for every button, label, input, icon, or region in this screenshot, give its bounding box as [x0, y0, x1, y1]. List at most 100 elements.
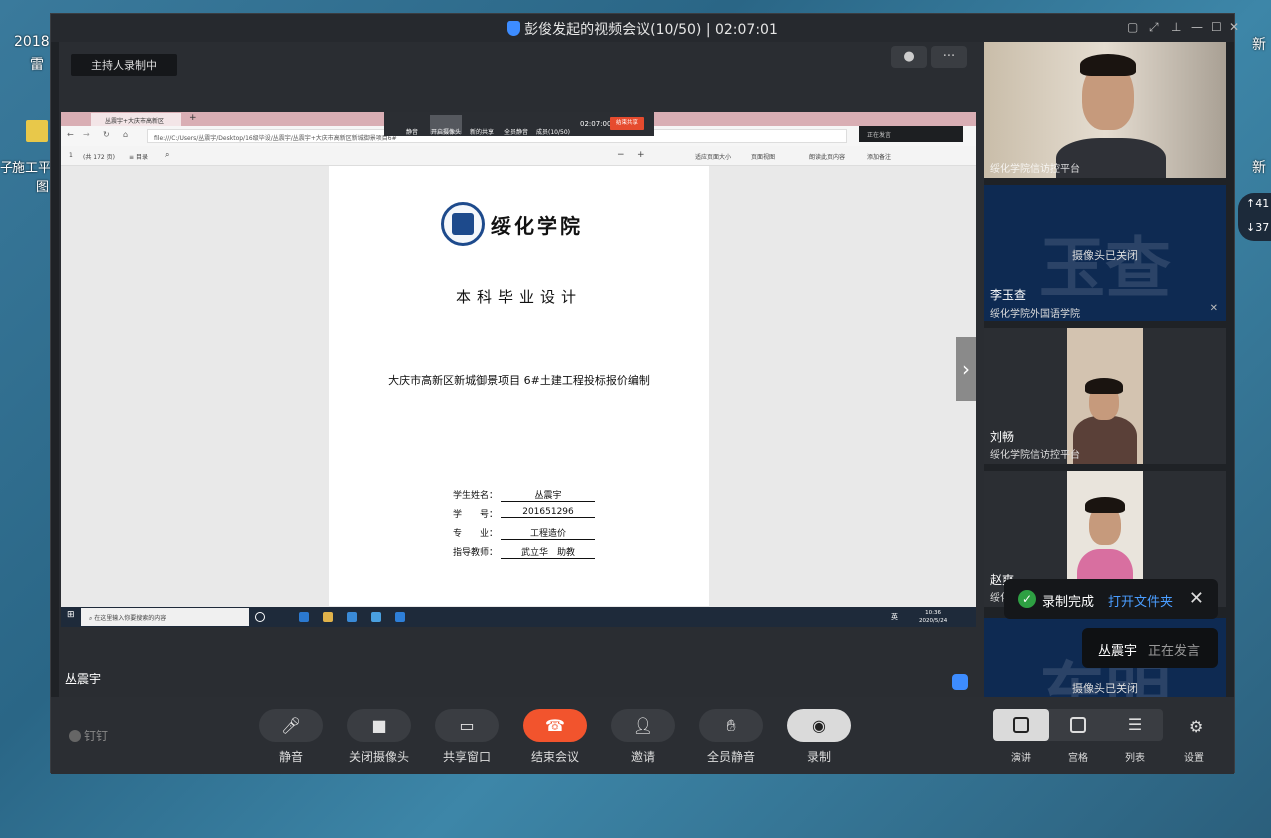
participant-tile[interactable]: 绥化学院信访控平台: [984, 42, 1226, 178]
camera-button[interactable]: ■: [347, 709, 411, 742]
settings-label: 设置: [1184, 753, 1204, 764]
invite-button[interactable]: 👤︎: [611, 709, 675, 742]
record-button[interactable]: ◉: [787, 709, 851, 742]
dwg-file-icon[interactable]: [26, 120, 48, 142]
shared-screen: 丛震宇+大庆市高新区新 + ← → ↻ ⌂ file:///C:/Users/丛…: [61, 112, 976, 627]
edge-browser-icon[interactable]: [299, 612, 309, 622]
minimize-icon[interactable]: —: [1191, 20, 1203, 34]
end-meeting-button[interactable]: ☎︎: [523, 709, 587, 742]
desktop-label-new-2: 新: [1252, 160, 1266, 176]
pin-icon[interactable]: ⊥: [1171, 20, 1181, 34]
new-tab-icon[interactable]: +: [189, 113, 197, 123]
list-view-icon: ☰: [1127, 715, 1143, 734]
add-note-button[interactable]: 添加备注: [867, 152, 891, 161]
end-share-button[interactable]: 结束共享: [610, 117, 644, 130]
taskbar-clock[interactable]: 10:36 2020/5/24: [919, 609, 947, 625]
pip-icon[interactable]: ▢: [1127, 20, 1138, 34]
recording-badge: 主持人录制中: [71, 54, 177, 76]
participant-video: [1067, 328, 1143, 464]
share-members-button[interactable]: 成员(10/50): [536, 127, 570, 136]
desktop-label-dw: 施工平: [12, 161, 52, 176]
app-icon[interactable]: [371, 612, 381, 622]
dingtalk-taskbar-icon[interactable]: [395, 612, 405, 622]
desktop-label-2018: 2018: [14, 34, 50, 50]
browser-tab[interactable]: 丛震宇+大庆市高新区新: [91, 113, 181, 134]
share-camera-button[interactable]: 开启摄像头: [430, 115, 462, 136]
participant-org: 绥化学院信访控平台: [990, 164, 1080, 175]
mail-icon[interactable]: [347, 612, 357, 622]
microphone-icon: 🎤︎: [280, 716, 302, 735]
desktop-label-new: 新: [1252, 37, 1266, 53]
participant-name: 李玉查: [990, 288, 1027, 302]
fit-page-button[interactable]: 适应页面大小: [695, 152, 731, 161]
participant-tile[interactable]: 玉查 摄像头已关闭 李玉查 绥化学院外国语学院 ✕: [984, 185, 1226, 321]
main-stage: 主持人录制中 ● ··· 丛震宇+大庆市高新区新 + ← → ↻ ⌂ file:…: [59, 42, 984, 697]
ime-indicator[interactable]: 英: [891, 612, 898, 622]
search-icon[interactable]: ⌕: [165, 150, 169, 160]
stage-mic-button[interactable]: ●: [891, 46, 927, 68]
participant-org: 绥化学院信访控平台: [990, 450, 1080, 461]
title-bar[interactable]: 彭俊发起的视频会议(10/50) | 02:07:01 ▢ ⤢ ⊥ — ☐ ✕: [51, 14, 1239, 42]
read-aloud-button[interactable]: 朗读此页内容: [809, 152, 845, 161]
add-user-icon: 👤︎: [632, 716, 654, 735]
share-window-button[interactable]: ▭: [435, 709, 499, 742]
zoom-out-icon[interactable]: −: [617, 150, 625, 160]
camera-off-text: 摄像头已关闭: [1072, 682, 1138, 695]
speaking-status: 正在发言: [1148, 644, 1201, 659]
close-icon[interactable]: ✕: [1229, 20, 1239, 34]
speaker-view-button[interactable]: [993, 709, 1049, 741]
taskbar-search-input[interactable]: ⌕ 在这里输入你要搜索的内容: [81, 608, 249, 626]
share-mute-all-button[interactable]: 全员静音: [504, 127, 528, 136]
fullscreen-icon[interactable]: ⤢: [1149, 20, 1159, 35]
chevron-right-icon: ›: [962, 357, 970, 381]
more-icon: ···: [942, 49, 956, 64]
speaker-view-label: 演讲: [1011, 753, 1031, 764]
pdf-toolbar: 1 (共 172 页) ≡ 目录 ⌕ − + 适应页面大小 页面视图 朗读此页内…: [61, 146, 976, 166]
mute-all-button[interactable]: ✋︎: [699, 709, 763, 742]
speaking-indicator: 丛震宇 正在发言: [1082, 628, 1218, 668]
share-new-share-button[interactable]: 新的共享: [470, 127, 494, 136]
mute-button[interactable]: 🎤︎: [259, 709, 323, 742]
file-explorer-icon[interactable]: [323, 612, 333, 622]
document-type: 本科毕业设计: [455, 288, 582, 306]
document-title: 大庆市高新区新城御景项目 6#土建工程投标报价编制: [388, 374, 650, 387]
shield-icon: [507, 21, 521, 36]
person-hair: [1085, 378, 1123, 394]
view-switcher: ☰: [993, 709, 1163, 741]
chat-icon[interactable]: [952, 674, 968, 690]
list-view-button[interactable]: ☰: [1107, 709, 1163, 741]
desktop-label-lei: 雷: [30, 57, 44, 73]
home-icon[interactable]: ⌂: [123, 130, 128, 139]
participant-tile[interactable]: 刘畅 绥化学院信访控平台: [984, 328, 1226, 464]
reload-icon[interactable]: ↻: [103, 130, 110, 139]
mute-all-icon: ✋︎: [726, 716, 736, 735]
grid-view-button[interactable]: [1050, 709, 1106, 741]
pdf-page: 绥化学院 本科毕业设计 大庆市高新区新城御景项目 6#土建工程投标报价编制 学生…: [329, 166, 709, 606]
maximize-icon[interactable]: ☐: [1211, 20, 1222, 34]
active-speaker-name: 丛震宇: [65, 672, 102, 686]
open-folder-link[interactable]: 打开文件夹: [1108, 591, 1173, 610]
check-icon: ✓: [1018, 590, 1036, 608]
page-number-input[interactable]: 1: [69, 152, 73, 159]
stage-more-button[interactable]: ···: [931, 46, 967, 68]
camera-label: 关闭摄像头: [348, 750, 409, 764]
control-bar: 钉钉 🎤︎ 静音 ■ 关闭摄像头 ▭ 共享窗口 ☎︎ 结束会议 👤︎ 邀请 ✋︎…: [51, 697, 1234, 774]
share-window-label: 共享窗口: [442, 750, 491, 764]
page-view-button[interactable]: 页面视图: [751, 152, 775, 161]
zoom-in-icon[interactable]: +: [637, 150, 645, 160]
back-icon[interactable]: ←: [67, 130, 74, 139]
windows-start-icon[interactable]: ⊞: [67, 610, 75, 620]
settings-gear-icon[interactable]: ⚙: [1189, 717, 1203, 736]
share-mute-button[interactable]: 静音: [406, 127, 418, 136]
forward-icon[interactable]: →: [83, 130, 90, 139]
download-speed: ↓37: [1246, 221, 1270, 234]
record-label: 录制: [806, 750, 831, 764]
mic-off-icon: ✕: [1209, 303, 1218, 314]
network-speed-widget[interactable]: ↑41 ↓37: [1238, 193, 1271, 241]
person-body: [1073, 416, 1137, 464]
task-view-icon[interactable]: [255, 612, 265, 622]
contents-button[interactable]: ≡ 目录: [129, 152, 148, 161]
next-page-button[interactable]: ›: [956, 337, 976, 401]
close-icon[interactable]: ✕: [1189, 588, 1204, 609]
share-screen-icon: ▭: [459, 716, 475, 735]
